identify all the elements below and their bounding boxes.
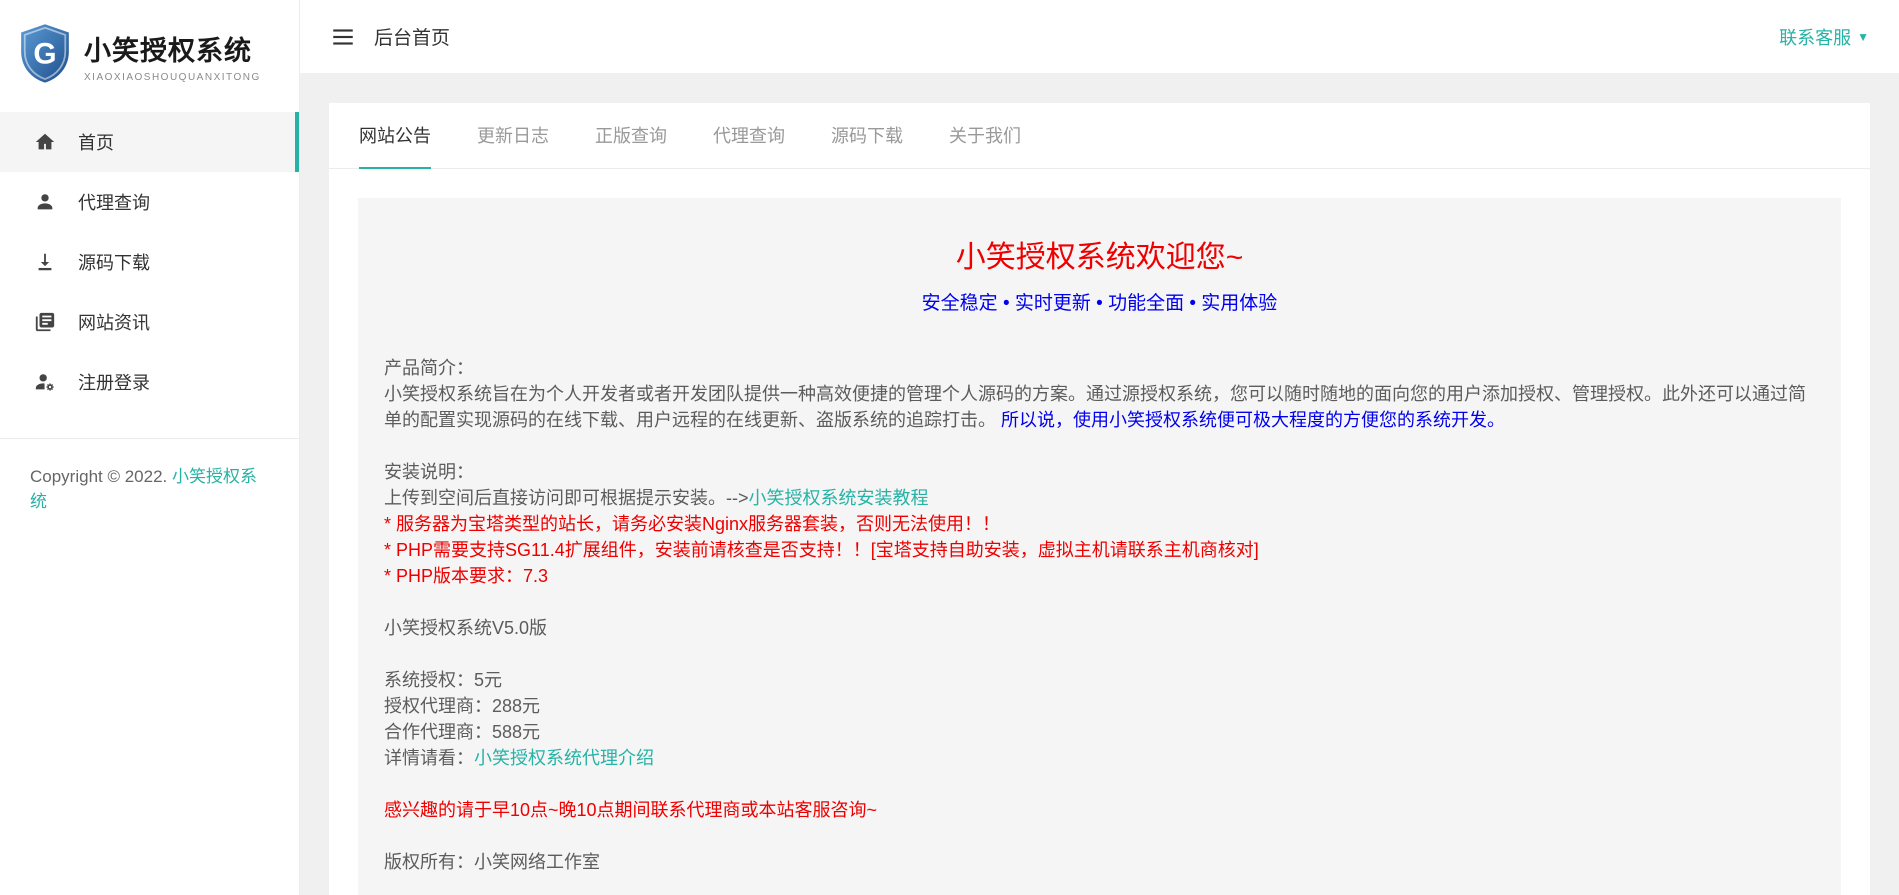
detail-label: 详情请看：: [384, 748, 474, 768]
sidebar-menu: 首页 代理查询 源码下载 网站资讯: [0, 112, 299, 412]
main-column: 后台首页 联系客服 ▼ 网站公告 更新日志 正版查询 代理查询 源码下载 关于我…: [300, 0, 1899, 895]
detail-line: 详情请看：小笑授权系统代理介绍: [384, 745, 1815, 771]
footer-copyright-line: 版权所有：小笑网络工作室: [384, 849, 1815, 875]
contact-notice: 感兴趣的请于早10点~晚10点期间联系代理商或本站客服咨询~: [384, 797, 1815, 823]
spacer: [384, 823, 1815, 849]
sidebar-item-agent-query[interactable]: 代理查询: [0, 172, 299, 232]
tab-label: 更新日志: [477, 122, 549, 148]
announcement-subtitle: 安全稳定 • 实时更新 • 功能全面 • 实用体验: [384, 288, 1815, 315]
content-area: 网站公告 更新日志 正版查询 代理查询 源码下载 关于我们 小笑授权系统欢迎您~…: [300, 74, 1899, 895]
tab-label: 源码下载: [831, 122, 903, 148]
tab-label: 网站公告: [359, 122, 431, 148]
tab-label: 正版查询: [595, 122, 667, 148]
announcement-panel: 小笑授权系统欢迎您~ 安全稳定 • 实时更新 • 功能全面 • 实用体验 产品简…: [358, 198, 1841, 895]
install-tutorial-link[interactable]: 小笑授权系统安装教程: [749, 488, 929, 508]
sidebar: G 小笑授权系统 XIAOXIAOSHOUQUANXITONG 首页 代理查询: [0, 0, 300, 895]
install-text: 上传到空间后直接访问即可根据提示安装。-->: [384, 488, 749, 508]
sidebar-item-label: 代理查询: [78, 189, 150, 215]
warning-nginx: * 服务器为宝塔类型的站长，请务必安装Nginx服务器套装，否则无法使用！！: [384, 511, 1815, 537]
spacer: [384, 771, 1815, 797]
main-card: 网站公告 更新日志 正版查询 代理查询 源码下载 关于我们 小笑授权系统欢迎您~…: [329, 103, 1870, 895]
sidebar-item-label: 网站资讯: [78, 309, 150, 335]
logo: G 小笑授权系统 XIAOXIAOSHOUQUANXITONG: [0, 0, 299, 112]
warning-php-version: * PHP版本要求：7.3: [384, 563, 1815, 589]
sidebar-item-label: 源码下载: [78, 249, 150, 275]
tab-genuine-query[interactable]: 正版查询: [595, 103, 667, 169]
intro-label: 产品简介：: [384, 355, 1815, 381]
tab-changelog[interactable]: 更新日志: [477, 103, 549, 169]
home-icon: [34, 131, 56, 153]
tab-agent-query[interactable]: 代理查询: [713, 103, 785, 169]
version-line: 小笑授权系统V5.0版: [384, 615, 1815, 641]
intro-paragraph: 小笑授权系统旨在为个人开发者或者开发团队提供一种高效便捷的管理个人源码的方案。通…: [384, 381, 1815, 433]
sidebar-item-label: 首页: [78, 129, 114, 155]
app-root: G 小笑授权系统 XIAOXIAOSHOUQUANXITONG 首页 代理查询: [0, 0, 1899, 895]
chevron-down-icon: ▼: [1857, 30, 1869, 44]
sidebar-item-register-login[interactable]: 注册登录: [0, 352, 299, 412]
download-icon: [34, 251, 56, 273]
tab-source-download[interactable]: 源码下载: [831, 103, 903, 169]
top-header: 后台首页 联系客服 ▼: [300, 0, 1899, 74]
tab-site-announcement[interactable]: 网站公告: [359, 103, 431, 169]
warning-sg11: * PHP需要支持SG11.4扩展组件，安装前请核查是否支持！！[宝塔支持自助安…: [384, 537, 1815, 563]
tab-about-us[interactable]: 关于我们: [949, 103, 1021, 169]
logo-subtitle: XIAOXIAOSHOUQUANXITONG: [84, 72, 261, 83]
contact-support-label: 联系客服: [1779, 24, 1851, 50]
intro-highlight: 所以说，使用小笑授权系统便可极大程度的方便您的系统开发。: [996, 410, 1505, 430]
tab-label: 代理查询: [713, 122, 785, 148]
spacer: [384, 433, 1815, 459]
agent-intro-link[interactable]: 小笑授权系统代理介绍: [474, 748, 654, 768]
contact-support-dropdown[interactable]: 联系客服 ▼: [1779, 24, 1869, 50]
hamburger-menu-icon[interactable]: [330, 24, 356, 50]
person-icon: [34, 191, 56, 213]
shield-logo-icon: G: [18, 23, 72, 90]
install-label: 安装说明：: [384, 459, 1815, 485]
library-books-icon: [34, 311, 56, 333]
logo-text: 小笑授权系统 XIAOXIAOSHOUQUANXITONG: [84, 29, 261, 83]
install-line: 上传到空间后直接访问即可根据提示安装。-->小笑授权系统安装教程: [384, 485, 1815, 511]
sidebar-item-home[interactable]: 首页: [0, 112, 299, 172]
tab-label: 关于我们: [949, 122, 1021, 148]
spacer: [384, 641, 1815, 667]
page-title: 后台首页: [374, 23, 450, 50]
announcement-title: 小笑授权系统欢迎您~: [384, 232, 1815, 276]
tab-bar: 网站公告 更新日志 正版查询 代理查询 源码下载 关于我们: [329, 103, 1870, 169]
sidebar-copyright: Copyright © 2022. 小笑授权系统: [0, 439, 299, 540]
price-agent: 授权代理商：288元: [384, 693, 1815, 719]
announcement-body: 产品简介： 小笑授权系统旨在为个人开发者或者开发团队提供一种高效便捷的管理个人源…: [384, 355, 1815, 875]
svg-text:G: G: [33, 37, 56, 70]
sidebar-item-label: 注册登录: [78, 369, 150, 395]
price-partner: 合作代理商：588元: [384, 719, 1815, 745]
sidebar-item-source-download[interactable]: 源码下载: [0, 232, 299, 292]
logo-title: 小笑授权系统: [84, 29, 261, 68]
header-left: 后台首页: [330, 23, 450, 50]
price-system: 系统授权：5元: [384, 667, 1815, 693]
sidebar-item-site-news[interactable]: 网站资讯: [0, 292, 299, 352]
user-settings-icon: [34, 371, 56, 393]
spacer: [384, 589, 1815, 615]
copyright-text: Copyright © 2022.: [30, 467, 172, 486]
